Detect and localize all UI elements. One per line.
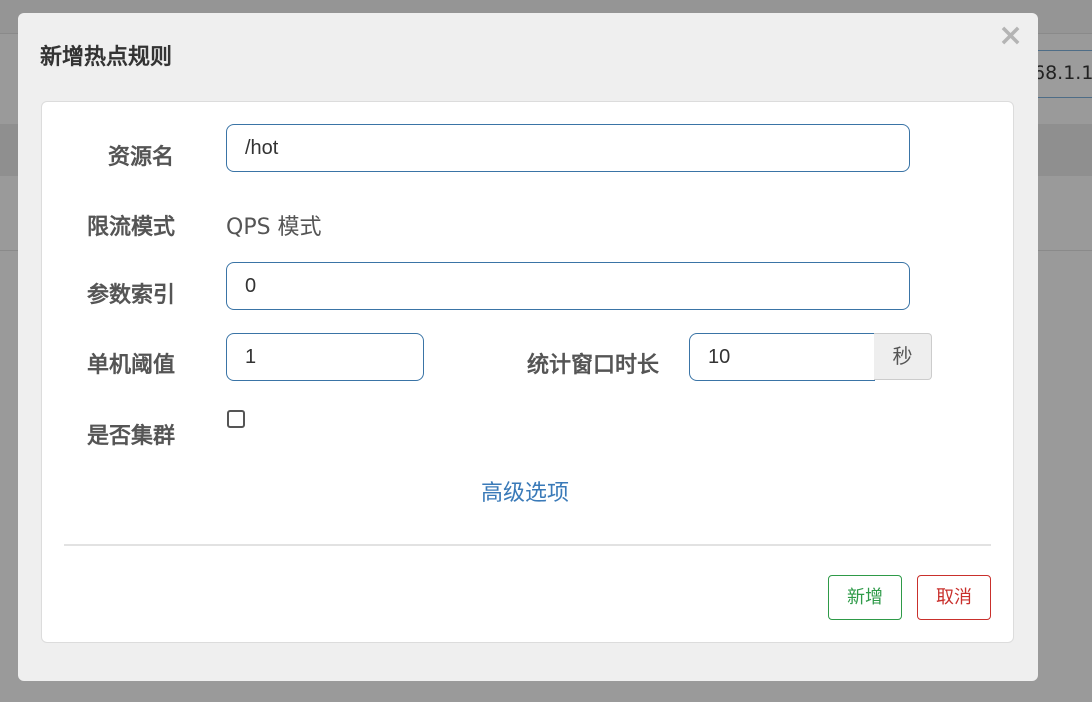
add-button[interactable]: 新增 [828, 575, 902, 620]
param-index-label: 参数索引 [87, 283, 176, 308]
background-ip-text: 68.1.10 [1033, 62, 1092, 84]
flow-mode-value: QPS 模式 [226, 215, 322, 240]
flow-mode-label: 限流模式 [87, 215, 176, 240]
form-panel: 资源名 限流模式 QPS 模式 参数索引 单机阈值 统计窗口时长 秒 是否集群 … [41, 101, 1014, 643]
resource-name-input[interactable] [226, 124, 910, 172]
window-unit-addon: 秒 [874, 333, 932, 380]
cluster-checkbox[interactable] [227, 410, 245, 428]
window-duration-input[interactable] [689, 333, 875, 381]
close-icon[interactable]: × [998, 21, 1023, 51]
threshold-label: 单机阈值 [87, 353, 176, 378]
resource-name-label: 资源名 [108, 145, 175, 170]
cluster-label: 是否集群 [87, 424, 176, 449]
window-duration-label: 统计窗口时长 [527, 353, 660, 378]
dialog-title: 新增热点规则 [40, 45, 173, 70]
param-index-input[interactable] [226, 262, 910, 310]
cancel-button[interactable]: 取消 [917, 575, 991, 620]
footer-divider [64, 544, 991, 546]
add-hot-rule-dialog: 新增热点规则 × 资源名 限流模式 QPS 模式 参数索引 单机阈值 统计窗口时… [18, 13, 1038, 681]
threshold-input[interactable] [226, 333, 424, 381]
advanced-options-link[interactable]: 高级选项 [481, 475, 569, 507]
